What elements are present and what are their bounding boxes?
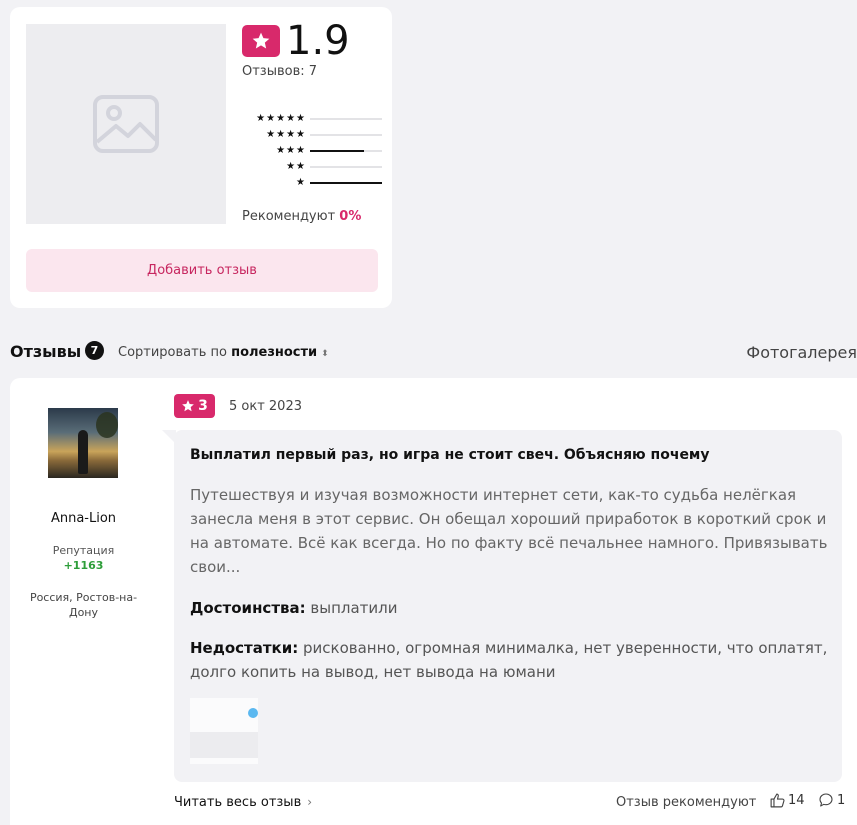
distribution-bar xyxy=(310,166,382,168)
star-icon xyxy=(182,400,194,412)
photo-gallery-link[interactable]: Фотогалерея xyxy=(746,343,857,362)
product-image-placeholder xyxy=(26,24,226,224)
add-review-button[interactable]: Добавить отзыв xyxy=(26,249,378,292)
distribution-row-3: ★★★ xyxy=(242,143,382,159)
review-rating-badge: 3 xyxy=(174,394,215,418)
sort-dropdown[interactable]: Сортировать по полезности ⬍ xyxy=(118,345,329,360)
rating-distribution: ★★★★★ ★★★★ ★★★ ★★ ★ xyxy=(242,111,382,191)
thumbnail-detail xyxy=(248,708,258,718)
review-rating-value: 3 xyxy=(198,398,208,414)
thumbs-up-icon xyxy=(770,793,785,808)
avatar-figure xyxy=(78,430,88,474)
distribution-bar xyxy=(310,118,382,120)
distribution-row-1: ★ xyxy=(242,175,382,191)
reviews-count: Отзывов: 7 xyxy=(242,64,318,79)
review-recommend-label: Отзыв рекомендуют xyxy=(616,795,757,810)
user-name[interactable]: Anna-Lion xyxy=(10,511,157,526)
recommend-value: 0% xyxy=(339,209,362,224)
comment-icon xyxy=(819,793,833,807)
rating-summary-card: 1.9 Отзывов: 7 ★★★★★ ★★★★ ★★★ ★★ ★ Реком… xyxy=(10,7,392,308)
distribution-stars: ★★★ xyxy=(276,145,306,156)
sort-arrows-icon: ⬍ xyxy=(321,349,329,359)
pros-label: Достоинства: xyxy=(190,599,306,617)
reviews-count-badge: 7 xyxy=(85,341,104,360)
average-rating: 1.9 xyxy=(286,18,350,64)
review-card: Anna-Lion Репутация +1163 Россия, Ростов… xyxy=(10,378,857,825)
read-full-label: Читать весь отзыв xyxy=(174,795,302,810)
pros-text: выплатили xyxy=(305,599,398,617)
distribution-stars: ★★★★★ xyxy=(256,113,306,124)
chevron-right-icon: › xyxy=(307,795,313,809)
distribution-fill xyxy=(310,181,382,184)
distribution-bar xyxy=(310,149,382,152)
distribution-stars: ★★ xyxy=(286,161,306,172)
avatar[interactable] xyxy=(48,408,118,478)
like-button[interactable]: 14 xyxy=(769,792,805,809)
reviews-header: Отзывы 7 Сортировать по полезности ⬍ Фото… xyxy=(10,340,857,366)
review-cons: Недостатки: рискованно, огромная минимал… xyxy=(190,636,830,684)
review-title[interactable]: Выплатил первый раз, но игра не стоит св… xyxy=(190,447,710,463)
distribution-row-5: ★★★★★ xyxy=(242,111,382,127)
sort-prefix: Сортировать по xyxy=(118,345,232,360)
read-full-review-link[interactable]: Читать весь отзыв › xyxy=(174,795,312,810)
sort-value: полезности xyxy=(231,345,318,360)
distribution-bar xyxy=(310,181,382,184)
reputation-label: Репутация xyxy=(52,544,115,557)
reputation-value: +1163 xyxy=(63,559,104,572)
star-icon xyxy=(252,32,270,49)
distribution-fill xyxy=(310,149,364,152)
comments-button[interactable]: 1 xyxy=(818,792,845,808)
distribution-bar xyxy=(310,134,382,136)
image-placeholder-icon xyxy=(93,95,159,153)
review-date: 5 окт 2023 xyxy=(229,399,302,414)
distribution-row-2: ★★ xyxy=(242,159,382,175)
distribution-stars: ★ xyxy=(296,177,306,188)
rating-star-badge xyxy=(242,25,280,57)
avatar-tree xyxy=(96,412,118,438)
recommend-label: Рекомендуют xyxy=(242,209,340,224)
speech-arrow xyxy=(162,430,176,444)
review-body: Выплатил первый раз, но игра не стоит св… xyxy=(162,430,842,782)
likes-count: 14 xyxy=(788,793,805,808)
recommend-percent: Рекомендуют 0% xyxy=(242,209,361,224)
cons-label: Недостатки: xyxy=(190,639,299,657)
user-location: Россия, Ростов-на-Дону xyxy=(29,591,138,619)
comments-count: 1 xyxy=(837,792,846,808)
thumbnail-detail xyxy=(190,732,258,758)
reviews-title: Отзывы xyxy=(10,342,82,361)
review-photo-thumbnail[interactable] xyxy=(190,698,258,764)
review-pros: Достоинства: выплатили xyxy=(190,596,830,620)
review-text: Путешествуя и изучая возможности интерне… xyxy=(190,486,828,576)
distribution-stars: ★★★★ xyxy=(266,129,306,140)
distribution-row-4: ★★★★ xyxy=(242,127,382,143)
